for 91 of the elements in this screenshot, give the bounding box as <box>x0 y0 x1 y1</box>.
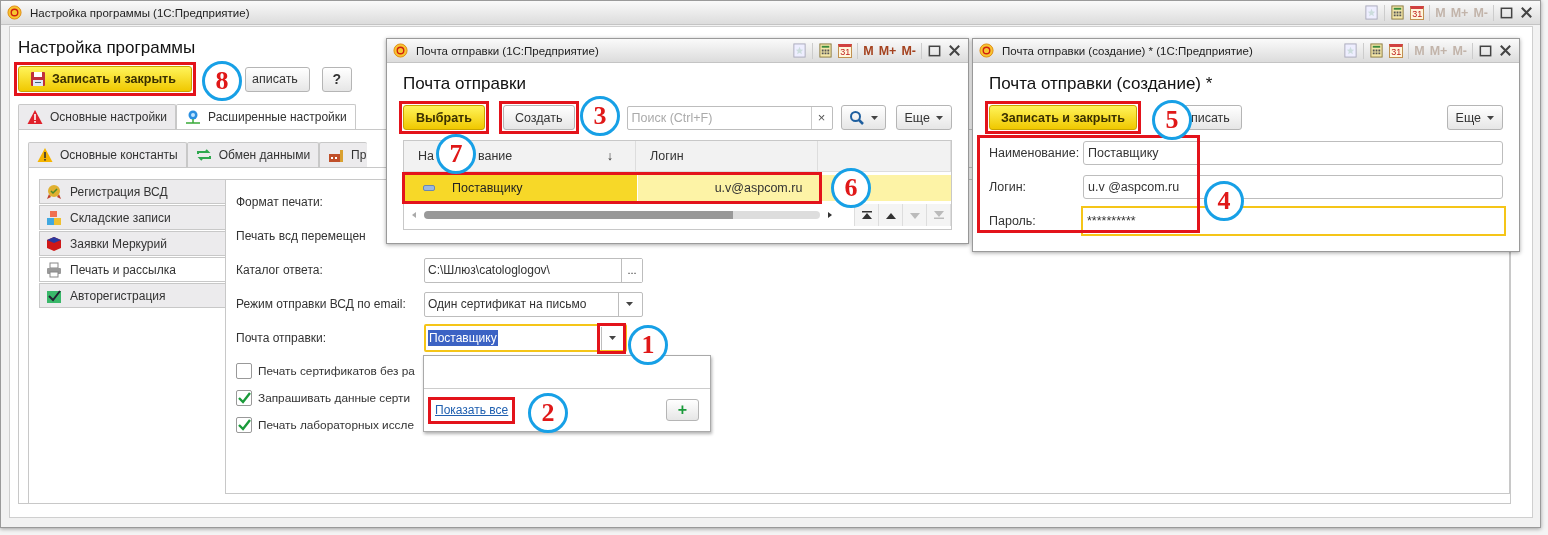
calendar-button[interactable]: 31 <box>1389 43 1404 58</box>
first-button[interactable] <box>855 204 879 226</box>
memory-button[interactable]: M+ <box>878 43 897 58</box>
tab[interactable]: Основные настройки <box>18 104 177 129</box>
window-title: Настройка программы (1С:Предприятие) <box>30 6 250 19</box>
close-icon[interactable] <box>1519 5 1534 20</box>
cube-icon <box>46 235 62 252</box>
to-top-icon <box>861 211 872 219</box>
section-item[interactable]: Печать и рассылка <box>39 257 225 282</box>
field-label: Режим отправки ВСД по email: <box>236 297 407 311</box>
more-button[interactable]: Еще <box>1446 105 1503 130</box>
to-bottom-icon <box>933 211 944 219</box>
tab[interactable]: Обмен данными <box>186 142 320 167</box>
factory-icon <box>328 147 345 163</box>
calculator-icon[interactable] <box>818 43 834 58</box>
checkbox[interactable] <box>236 390 252 406</box>
clear-button[interactable]: × <box>810 106 832 129</box>
checkbox-label: Запрашивать данные серти <box>258 391 411 405</box>
calendar-button[interactable]: 31 <box>838 43 853 58</box>
column-header[interactable]: Логин <box>636 141 818 171</box>
warning-icon <box>27 109 43 125</box>
checkbox-label: Печать сертификатов без ра <box>258 364 415 378</box>
input-field[interactable]: C:\Шлюз\catologlogov\ ... <box>424 257 643 283</box>
calculator-icon[interactable] <box>1390 5 1406 20</box>
field-label: Наименование: <box>989 146 1081 160</box>
calculator-icon[interactable] <box>1369 43 1385 58</box>
field-label: Каталог ответа: <box>236 263 324 277</box>
caret-icon <box>870 115 878 120</box>
right-arrow-icon[interactable] <box>828 212 832 218</box>
calendar-button[interactable]: 31 <box>1410 5 1425 20</box>
field-label: Пароль: <box>989 214 1037 228</box>
section-item[interactable]: Авторегистрация <box>39 283 225 308</box>
tab[interactable]: Основные константы <box>28 142 187 167</box>
save-and-close-button[interactable]: Записать и закрыть <box>18 66 192 92</box>
field-label: Логин: <box>989 180 1028 194</box>
sync-icon <box>195 147 212 163</box>
close-icon[interactable] <box>947 43 962 58</box>
input-field[interactable]: Поставщику <box>1083 141 1503 165</box>
caret-icon <box>625 302 633 306</box>
printer-icon <box>46 261 62 278</box>
more-button[interactable]: Еще <box>895 105 952 130</box>
show-all-link[interactable]: Показать все <box>435 402 509 418</box>
select-field[interactable]: Один сертификат на письмо <box>424 291 643 317</box>
caret-icon <box>1487 115 1494 120</box>
up-arrow-icon <box>885 211 896 219</box>
field-label: Почта отправки: <box>236 331 328 345</box>
tab[interactable]: Расширенные настройки <box>176 104 356 129</box>
app-logo-icon <box>979 43 994 58</box>
save-button[interactable]: аписать <box>245 66 310 92</box>
boxes-icon <box>46 209 62 226</box>
tab[interactable]: Пр <box>319 142 368 167</box>
help-button[interactable]: ? <box>321 66 352 92</box>
form-title: Почта отправки (создание) * <box>989 74 1213 94</box>
maximize-icon[interactable] <box>1478 43 1493 58</box>
section-item[interactable]: Заявки Меркурий <box>39 231 225 256</box>
section-item[interactable]: Регистрация ВСД <box>39 179 225 204</box>
form-title: Настройка программы <box>18 38 196 58</box>
section-item[interactable]: Складские записи <box>39 205 225 230</box>
table-cell: u.v@aspcom.ru <box>637 175 819 201</box>
search-icon <box>848 109 865 126</box>
create-button[interactable]: Создать <box>503 105 575 130</box>
window-title: Почта отправки (1С:Предприятие) <box>416 44 599 57</box>
item-icon <box>423 185 435 191</box>
memory-button[interactable]: M- <box>901 43 916 58</box>
search-button[interactable] <box>840 105 886 130</box>
table-cell: Поставщику <box>405 175 637 201</box>
browse-button[interactable]: ... <box>621 258 642 282</box>
app-logo-icon <box>7 5 22 20</box>
select-field[interactable]: Поставщику <box>424 324 627 352</box>
app-logo-icon <box>393 43 408 58</box>
checkbox[interactable] <box>236 363 252 379</box>
down-arrow-icon <box>909 211 920 219</box>
select-button[interactable]: Выбрать <box>403 105 485 130</box>
network-icon <box>185 109 202 125</box>
caret-icon <box>608 336 616 340</box>
window-title: Почта отправки (создание) * (1С:Предприятие) <box>1002 44 1253 57</box>
form-title: Почта отправки <box>403 74 526 94</box>
close-icon[interactable] <box>1498 43 1513 58</box>
save-and-close-button[interactable]: Записать и закрыть <box>989 105 1137 130</box>
field-label: Печать всд перемещен <box>236 229 367 243</box>
checkbox-label: Печать лабораторных иссле <box>258 418 414 432</box>
caret-icon <box>935 115 943 120</box>
up-button[interactable] <box>879 204 903 226</box>
field-label: Формат печати: <box>236 195 324 209</box>
warning-icon <box>37 147 53 163</box>
checkbox[interactable] <box>236 417 252 433</box>
search-field[interactable]: Поиск (Ctrl+F) × <box>626 105 833 130</box>
memory-button[interactable]: M <box>863 43 874 58</box>
maximize-icon[interactable] <box>927 43 942 58</box>
maximize-icon[interactable] <box>1499 5 1514 20</box>
medal-icon <box>46 183 62 200</box>
